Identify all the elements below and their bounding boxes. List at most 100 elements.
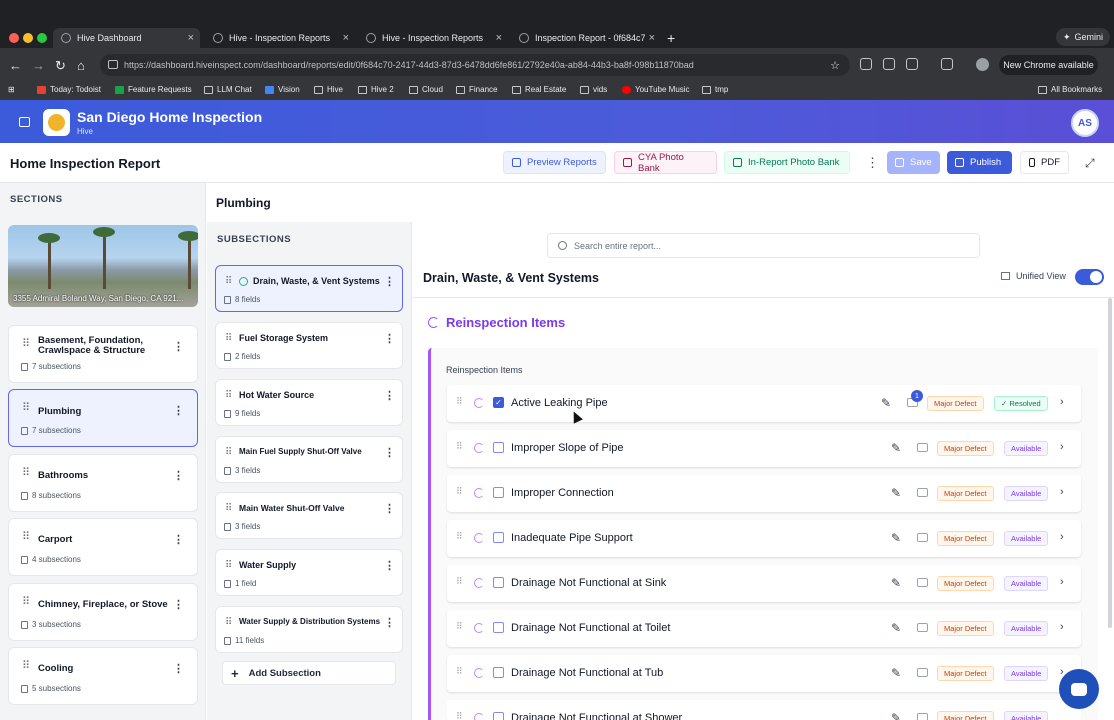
close-tab-icon[interactable]: × — [343, 32, 349, 44]
section-item-bathrooms[interactable]: ⠿ Bathrooms 8 subsections ⋮ — [8, 454, 198, 512]
item-checkbox[interactable] — [493, 712, 504, 720]
item-checkbox[interactable] — [493, 577, 504, 588]
edit-icon[interactable]: ✎ — [891, 531, 901, 545]
property-photo[interactable]: 3355 Admiral Boland Way, San Diego, CA 9… — [8, 225, 198, 307]
section-menu-icon[interactable]: ⋮ — [173, 533, 184, 546]
drag-handle-icon[interactable]: ⠿ — [456, 621, 463, 632]
section-menu-icon[interactable]: ⋮ — [173, 404, 184, 417]
home-icon[interactable]: ⌂ — [77, 58, 85, 73]
bookmark-star-icon[interactable]: ☆ — [830, 59, 840, 72]
drag-handle-icon[interactable]: ⠿ — [22, 403, 30, 417]
address-bar[interactable]: https://dashboard.hiveinspect.com/dashbo… — [100, 54, 850, 76]
status-badge[interactable]: Available — [1004, 621, 1049, 636]
drag-handle-icon[interactable]: ⠿ — [22, 468, 30, 482]
drag-handle-icon[interactable]: ⠿ — [456, 441, 463, 452]
edit-icon[interactable]: ✎ — [891, 486, 901, 500]
subsection-item-drain-waste-vent[interactable]: ⠿ Drain, Waste, & Vent Systems 8 fields … — [215, 265, 403, 312]
preview-reports-button[interactable]: Preview Reports — [503, 151, 606, 174]
reinspection-item[interactable]: ⠿ Inadequate Pipe Support ✎ Major Defect… — [447, 520, 1081, 557]
browser-tab-hive-dashboard[interactable]: Hive Dashboard × — [53, 28, 200, 48]
minimize-window-button[interactable] — [23, 33, 33, 43]
bookmark-hive-2[interactable]: Hive 2 — [358, 85, 394, 94]
gemini-button[interactable]: ✦ Gemini — [1056, 28, 1110, 46]
section-menu-icon[interactable]: ⋮ — [173, 469, 184, 482]
reinspection-item[interactable]: ⠿ Drainage Not Functional at Shower ✎ Ma… — [447, 700, 1081, 720]
side-panel-icon[interactable] — [941, 58, 953, 70]
drag-handle-icon[interactable]: ⠿ — [225, 503, 232, 514]
item-checkbox[interactable] — [493, 442, 504, 453]
reinspection-item[interactable]: ⠿ Improper Slope of Pipe ✎ Major Defect … — [447, 430, 1081, 467]
edit-icon[interactable]: ✎ — [891, 441, 901, 455]
close-tab-icon[interactable]: × — [188, 32, 194, 44]
drag-handle-icon[interactable]: ⠿ — [225, 276, 232, 287]
in-report-photo-bank-button[interactable]: In-Report Photo Bank — [724, 151, 850, 174]
chevron-right-icon[interactable]: › — [1060, 621, 1064, 633]
drag-handle-icon[interactable]: ⠿ — [456, 711, 463, 720]
edit-icon[interactable]: ✎ — [891, 711, 901, 720]
edit-icon[interactable]: ✎ — [891, 576, 901, 590]
profile-avatar[interactable] — [976, 58, 989, 71]
chevron-right-icon[interactable]: › — [1060, 576, 1064, 588]
section-menu-icon[interactable]: ⋮ — [173, 598, 184, 611]
item-checkbox[interactable] — [493, 532, 504, 543]
browser-tab-inspection-reports-2[interactable]: Hive - Inspection Reports × — [358, 28, 508, 48]
puzzle-icon[interactable] — [906, 58, 918, 70]
forward-arrow-icon[interactable]: → — [32, 58, 45, 73]
subsection-item-water-supply[interactable]: ⠿ Water Supply 1 field ⋮ — [215, 549, 403, 596]
chevron-right-icon[interactable]: › — [1060, 486, 1064, 498]
reinspection-item[interactable]: ⠿ Drainage Not Functional at Toilet ✎ Ma… — [447, 610, 1081, 647]
section-item-carport[interactable]: ⠿ Carport 4 subsections ⋮ — [8, 518, 198, 576]
status-badge[interactable]: Available — [1004, 711, 1049, 720]
bookmark-youtube-music[interactable]: YouTube Music — [622, 85, 690, 94]
drag-handle-icon[interactable]: ⠿ — [225, 390, 232, 401]
chevron-right-icon[interactable]: › — [1060, 531, 1064, 543]
bookmark-cloud[interactable]: Cloud — [409, 85, 443, 94]
bookmark-hive[interactable]: Hive — [314, 85, 343, 94]
reinspection-item[interactable]: ⠿ Improper Connection ✎ Major Defect Ava… — [447, 475, 1081, 512]
drag-handle-icon[interactable]: ⠿ — [456, 486, 463, 497]
subsection-item-fuel-storage[interactable]: ⠿ Fuel Storage System 2 fields ⋮ — [215, 322, 403, 369]
camera-icon[interactable] — [917, 668, 928, 677]
subsection-item-hot-water[interactable]: ⠿ Hot Water Source 9 fields ⋮ — [215, 379, 403, 426]
camera-icon[interactable] — [917, 578, 928, 587]
bookmark-real-estate[interactable]: Real Estate — [512, 85, 566, 94]
drag-handle-icon[interactable]: ⠿ — [22, 339, 30, 353]
reinspection-item[interactable]: ⠿ ✓ Active Leaking Pipe ✎ 1 Major Defect… — [447, 385, 1081, 422]
section-item-cooling[interactable]: ⠿ Cooling 5 subsections ⋮ — [8, 647, 198, 705]
drag-handle-icon[interactable]: ⠿ — [225, 617, 232, 628]
item-checkbox[interactable] — [493, 667, 504, 678]
drag-handle-icon[interactable]: ⠿ — [22, 597, 30, 611]
new-tab-button[interactable]: + — [667, 30, 675, 46]
unified-view-toggle[interactable] — [1075, 269, 1104, 285]
drag-handle-icon[interactable]: ⠿ — [22, 532, 30, 546]
chevron-right-icon[interactable]: › — [1060, 441, 1064, 453]
save-button[interactable]: Save — [887, 151, 940, 174]
camera-icon[interactable] — [917, 713, 928, 720]
expand-icon[interactable]: ⤢ — [1085, 156, 1095, 171]
pdf-button[interactable]: PDF — [1020, 151, 1069, 174]
main-scrollbar[interactable] — [1108, 298, 1112, 628]
bookmark-feature-requests[interactable]: Feature Requests — [115, 85, 192, 94]
subsection-menu-icon[interactable]: ⋮ — [384, 616, 395, 629]
extension-icon[interactable] — [860, 58, 872, 70]
bookmark-vids[interactable]: vids — [580, 85, 607, 94]
drag-handle-icon[interactable]: ⠿ — [456, 531, 463, 542]
back-arrow-icon[interactable]: ← — [9, 58, 22, 73]
camera-icon[interactable] — [917, 488, 928, 497]
browser-tab-inspection-report[interactable]: Inspection Report - 0f684c70... × — [511, 28, 661, 48]
more-options-icon[interactable]: ⋮ — [866, 155, 879, 171]
close-window-button[interactable] — [9, 33, 19, 43]
camera-icon[interactable] — [917, 533, 928, 542]
subsection-item-main-water-shutoff[interactable]: ⠿ Main Water Shut-Off Valve 3 fields ⋮ — [215, 492, 403, 539]
drag-handle-icon[interactable]: ⠿ — [456, 576, 463, 587]
section-menu-icon[interactable]: ⋮ — [173, 662, 184, 675]
subsection-menu-icon[interactable]: ⋮ — [384, 332, 395, 345]
section-menu-icon[interactable]: ⋮ — [173, 340, 184, 353]
subsection-menu-icon[interactable]: ⋮ — [384, 502, 395, 515]
drag-handle-icon[interactable]: ⠿ — [225, 333, 232, 344]
edit-icon[interactable]: ✎ — [881, 396, 891, 410]
site-settings-icon[interactable] — [108, 60, 118, 69]
status-badge[interactable]: Available — [1004, 666, 1049, 681]
status-badge[interactable]: Available — [1004, 531, 1049, 546]
subsection-item-main-fuel-shutoff[interactable]: ⠿ Main Fuel Supply Shut-Off Valve 3 fiel… — [215, 436, 403, 483]
